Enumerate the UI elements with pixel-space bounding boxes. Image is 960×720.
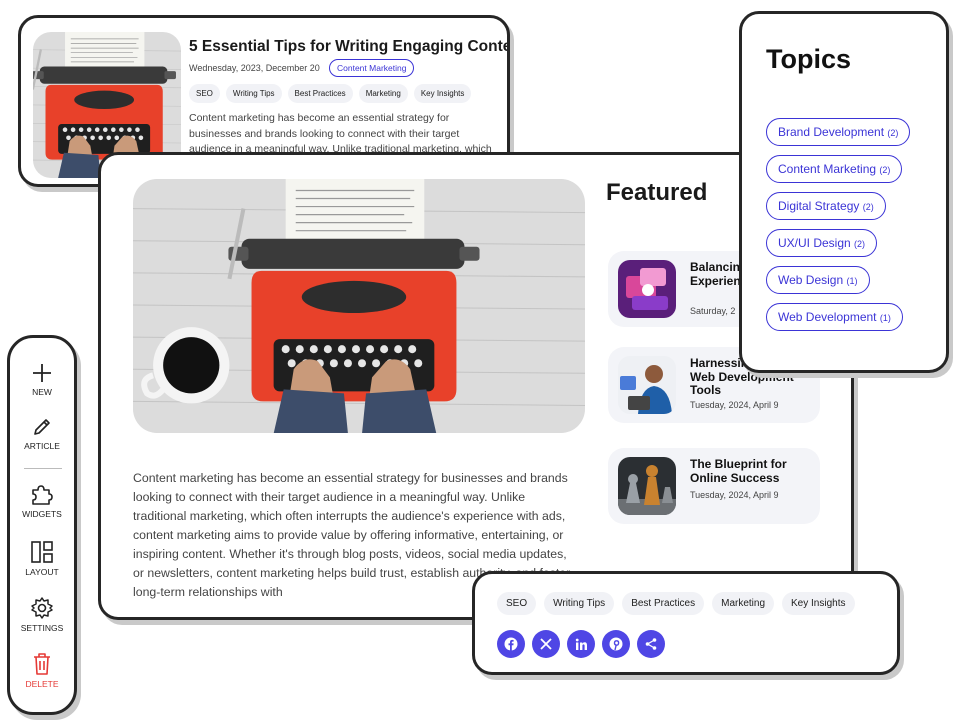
topic-count: (2) bbox=[887, 128, 899, 138]
featured-thumbnail bbox=[618, 356, 676, 414]
topic-label: Content Marketing bbox=[778, 162, 877, 176]
delete-button[interactable]: DELETE bbox=[10, 652, 74, 689]
topic-label: UX/UI Design bbox=[778, 236, 851, 250]
layout-button[interactable]: LAYOUT bbox=[10, 540, 74, 577]
topic-pill[interactable]: UX/UI Design (2) bbox=[766, 229, 878, 257]
article-title[interactable]: 5 Essential Tips for Writing Engaging Co… bbox=[189, 38, 507, 56]
topic-label: Web Development bbox=[778, 310, 877, 324]
featured-heading: Featured bbox=[606, 179, 708, 206]
topic-pill[interactable]: Content Marketing (2) bbox=[766, 155, 903, 183]
topic-label: Digital Strategy bbox=[778, 199, 860, 213]
topic-pill[interactable]: Web Development (1) bbox=[766, 303, 903, 331]
puzzle-icon bbox=[32, 485, 53, 505]
x-share-button[interactable] bbox=[532, 630, 560, 658]
gear-icon bbox=[31, 597, 53, 619]
toolbar-divider bbox=[24, 468, 62, 469]
featured-date: Tuesday, 2024, April 9 bbox=[690, 400, 779, 410]
widgets-button[interactable]: WIDGETS bbox=[10, 484, 74, 519]
plus-icon bbox=[33, 364, 51, 382]
trash-icon bbox=[34, 653, 50, 675]
tag-chip[interactable]: Writing Tips bbox=[544, 592, 615, 615]
article-tags: SEO Writing Tips Best Practices Marketin… bbox=[189, 84, 472, 103]
pinterest-icon bbox=[609, 637, 623, 651]
tag-chip[interactable]: SEO bbox=[189, 84, 220, 103]
topic-count: (2) bbox=[862, 202, 874, 212]
article-date: Wednesday, 2023, December 20 bbox=[189, 63, 320, 73]
topic-count: (1) bbox=[879, 313, 891, 323]
topic-label: Web Design bbox=[778, 273, 844, 287]
topics-panel: Topics Brand Development (2) Content Mar… bbox=[739, 11, 949, 373]
linkedin-share-button[interactable] bbox=[567, 630, 595, 658]
topic-count: (2) bbox=[854, 239, 866, 249]
topic-count: (2) bbox=[879, 165, 891, 175]
social-share-buttons bbox=[497, 630, 665, 658]
tag-chip[interactable]: Key Insights bbox=[413, 84, 472, 103]
tag-chip[interactable]: Key Insights bbox=[782, 592, 855, 615]
tool-label: DELETE bbox=[25, 679, 59, 689]
topic-pill[interactable]: Brand Development (2) bbox=[766, 118, 911, 146]
linkedin-icon bbox=[575, 638, 587, 650]
topic-pill[interactable]: Digital Strategy (2) bbox=[766, 192, 886, 220]
article-button[interactable]: ARTICLE bbox=[10, 416, 74, 451]
featured-thumbnail bbox=[618, 260, 676, 318]
tag-chip[interactable]: Best Practices bbox=[287, 84, 353, 103]
tag-chip[interactable]: Marketing bbox=[712, 592, 775, 615]
article-excerpt: Content marketing has become an essentia… bbox=[189, 112, 492, 155]
topic-label: Brand Development bbox=[778, 125, 885, 139]
facebook-share-button[interactable] bbox=[497, 630, 525, 658]
share-button[interactable] bbox=[637, 630, 665, 658]
featured-thumbnail bbox=[618, 457, 676, 515]
article-hero-image bbox=[133, 179, 585, 433]
tool-label: WIDGETS bbox=[22, 509, 62, 519]
x-icon bbox=[540, 638, 552, 650]
featured-title: The Blueprint for Online Success bbox=[690, 457, 787, 485]
layout-icon bbox=[31, 541, 53, 563]
new-button[interactable]: NEW bbox=[10, 362, 74, 397]
article-category-badge[interactable]: Content Marketing bbox=[329, 59, 415, 77]
editor-toolbar: NEW ARTICLE WIDGETS LAYOUT SETTINGS DELE… bbox=[7, 335, 77, 715]
tag-chip[interactable]: Marketing bbox=[358, 84, 408, 103]
topic-count: (1) bbox=[846, 276, 858, 286]
tag-chip[interactable]: Best Practices bbox=[622, 592, 705, 615]
topics-heading: Topics bbox=[766, 44, 852, 74]
tool-label: ARTICLE bbox=[24, 441, 60, 451]
share-tags: SEO Writing Tips Best Practices Marketin… bbox=[497, 592, 855, 615]
tool-label: LAYOUT bbox=[25, 567, 59, 577]
featured-date: Tuesday, 2024, April 9 bbox=[690, 490, 779, 500]
featured-date: Saturday, 2 bbox=[690, 306, 736, 316]
featured-item[interactable]: The Blueprint for Online Success Tuesday… bbox=[608, 448, 820, 524]
tag-chip[interactable]: Writing Tips bbox=[225, 84, 282, 103]
tag-chip[interactable]: SEO bbox=[497, 592, 537, 615]
pencil-icon bbox=[34, 419, 50, 435]
tool-label: SETTINGS bbox=[20, 623, 64, 633]
topic-pill[interactable]: Web Design (1) bbox=[766, 266, 870, 294]
share-panel: SEO Writing Tips Best Practices Marketin… bbox=[472, 571, 900, 675]
tool-label: NEW bbox=[32, 387, 52, 397]
pinterest-share-button[interactable] bbox=[602, 630, 630, 658]
facebook-icon bbox=[504, 637, 518, 651]
settings-button[interactable]: SETTINGS bbox=[10, 596, 74, 633]
share-icon bbox=[645, 638, 657, 650]
